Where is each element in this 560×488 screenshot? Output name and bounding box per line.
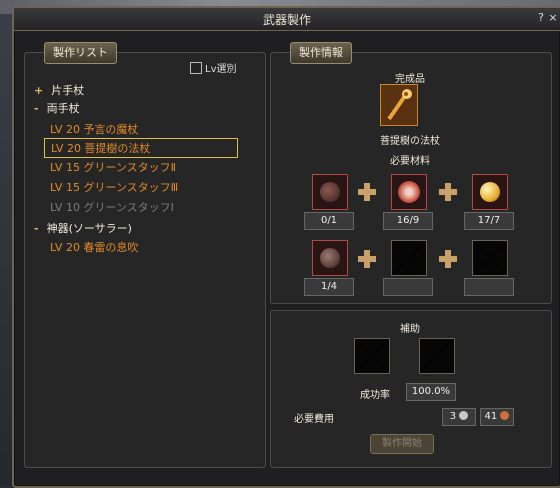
assist-slot[interactable] — [354, 338, 390, 374]
category-two-hand-staff[interactable]: - 両手杖 — [34, 100, 80, 116]
lv-filter-checkbox[interactable]: Lv選別 — [190, 60, 237, 75]
material-slot-empty — [391, 240, 427, 276]
material-count — [383, 278, 433, 296]
assist-heading: 補助 — [400, 324, 420, 335]
expand-icon[interactable]: + — [34, 84, 43, 97]
collapse-icon[interactable]: - — [34, 222, 39, 235]
copper-amount: 41 — [484, 411, 498, 422]
recipe-item-disabled[interactable]: LV 10 グリーンスタッフⅠ — [44, 198, 180, 216]
material-orb-icon — [320, 182, 340, 202]
product-heading: 完成品 — [395, 74, 425, 85]
material-orb-icon — [320, 248, 340, 268]
plus-icon — [358, 183, 376, 201]
category-one-hand-staff[interactable]: + 片手杖 — [34, 82, 84, 98]
title-bar[interactable]: 武器製作 ? × — [14, 8, 560, 31]
product-name: 菩提樹の法杖 — [380, 136, 440, 147]
plus-icon — [358, 250, 376, 268]
checkbox-box[interactable] — [190, 62, 202, 74]
material-count: 1/4 — [304, 278, 354, 296]
collapse-icon[interactable]: - — [34, 102, 39, 115]
material-slot[interactable] — [312, 240, 348, 276]
category-artifact-sorcerer[interactable]: - 神器(ソーサラー) — [34, 220, 132, 236]
category-label: 片手杖 — [51, 84, 85, 97]
staff-icon — [381, 85, 417, 125]
assist-slot[interactable] — [419, 338, 455, 374]
success-rate-label: 成功率 — [360, 390, 390, 401]
recipe-item[interactable]: LV 15 グリーンスタッフⅡ — [44, 158, 182, 176]
lv-filter-label: Lv選別 — [205, 64, 237, 75]
material-slot[interactable] — [312, 174, 348, 210]
material-slot-empty — [472, 240, 508, 276]
recipe-item[interactable]: LV 20 春雷の息吹 — [44, 238, 144, 256]
materials-heading: 必要材料 — [390, 156, 430, 167]
success-rate-value: 100.0% — [406, 383, 456, 401]
plus-icon — [439, 183, 457, 201]
material-count: 0/1 — [304, 212, 354, 230]
tab-craft-list[interactable]: 製作リスト — [44, 42, 117, 64]
window-title: 武器製作 — [262, 13, 311, 27]
recipe-item[interactable]: LV 15 グリーンスタッフⅢ — [44, 178, 184, 196]
cost-silver: 3 — [442, 408, 476, 426]
cost-label: 必要費用 — [294, 414, 334, 425]
weapon-craft-window: 武器製作 ? × 製作リスト Lv選別 + 片手杖 - 両手杖 LV 20 予言の魔… — [12, 6, 560, 488]
plus-icon — [439, 250, 457, 268]
gold-orb-icon — [480, 182, 500, 202]
recipe-item[interactable]: LV 20 予言の魔杖 — [44, 120, 144, 138]
copper-coin-icon — [500, 411, 510, 420]
material-slot[interactable] — [472, 174, 508, 210]
material-count — [464, 278, 514, 296]
close-button[interactable]: × — [546, 11, 560, 25]
cost-copper: 41 — [480, 408, 514, 426]
material-count: 17/7 — [464, 212, 514, 230]
category-label: 神器(ソーサラー) — [46, 222, 132, 235]
material-count: 16/9 — [383, 212, 433, 230]
start-craft-button[interactable]: 製作開始 — [370, 434, 434, 454]
silver-amount: 3 — [449, 411, 457, 422]
wood-log-icon — [398, 181, 420, 203]
recipe-item-selected[interactable]: LV 20 菩提樹の法杖 — [44, 138, 238, 158]
category-label: 両手杖 — [46, 102, 80, 115]
product-slot[interactable] — [380, 84, 418, 126]
tab-craft-info[interactable]: 製作情報 — [290, 42, 352, 64]
silver-coin-icon — [459, 411, 469, 420]
material-slot[interactable] — [391, 174, 427, 210]
